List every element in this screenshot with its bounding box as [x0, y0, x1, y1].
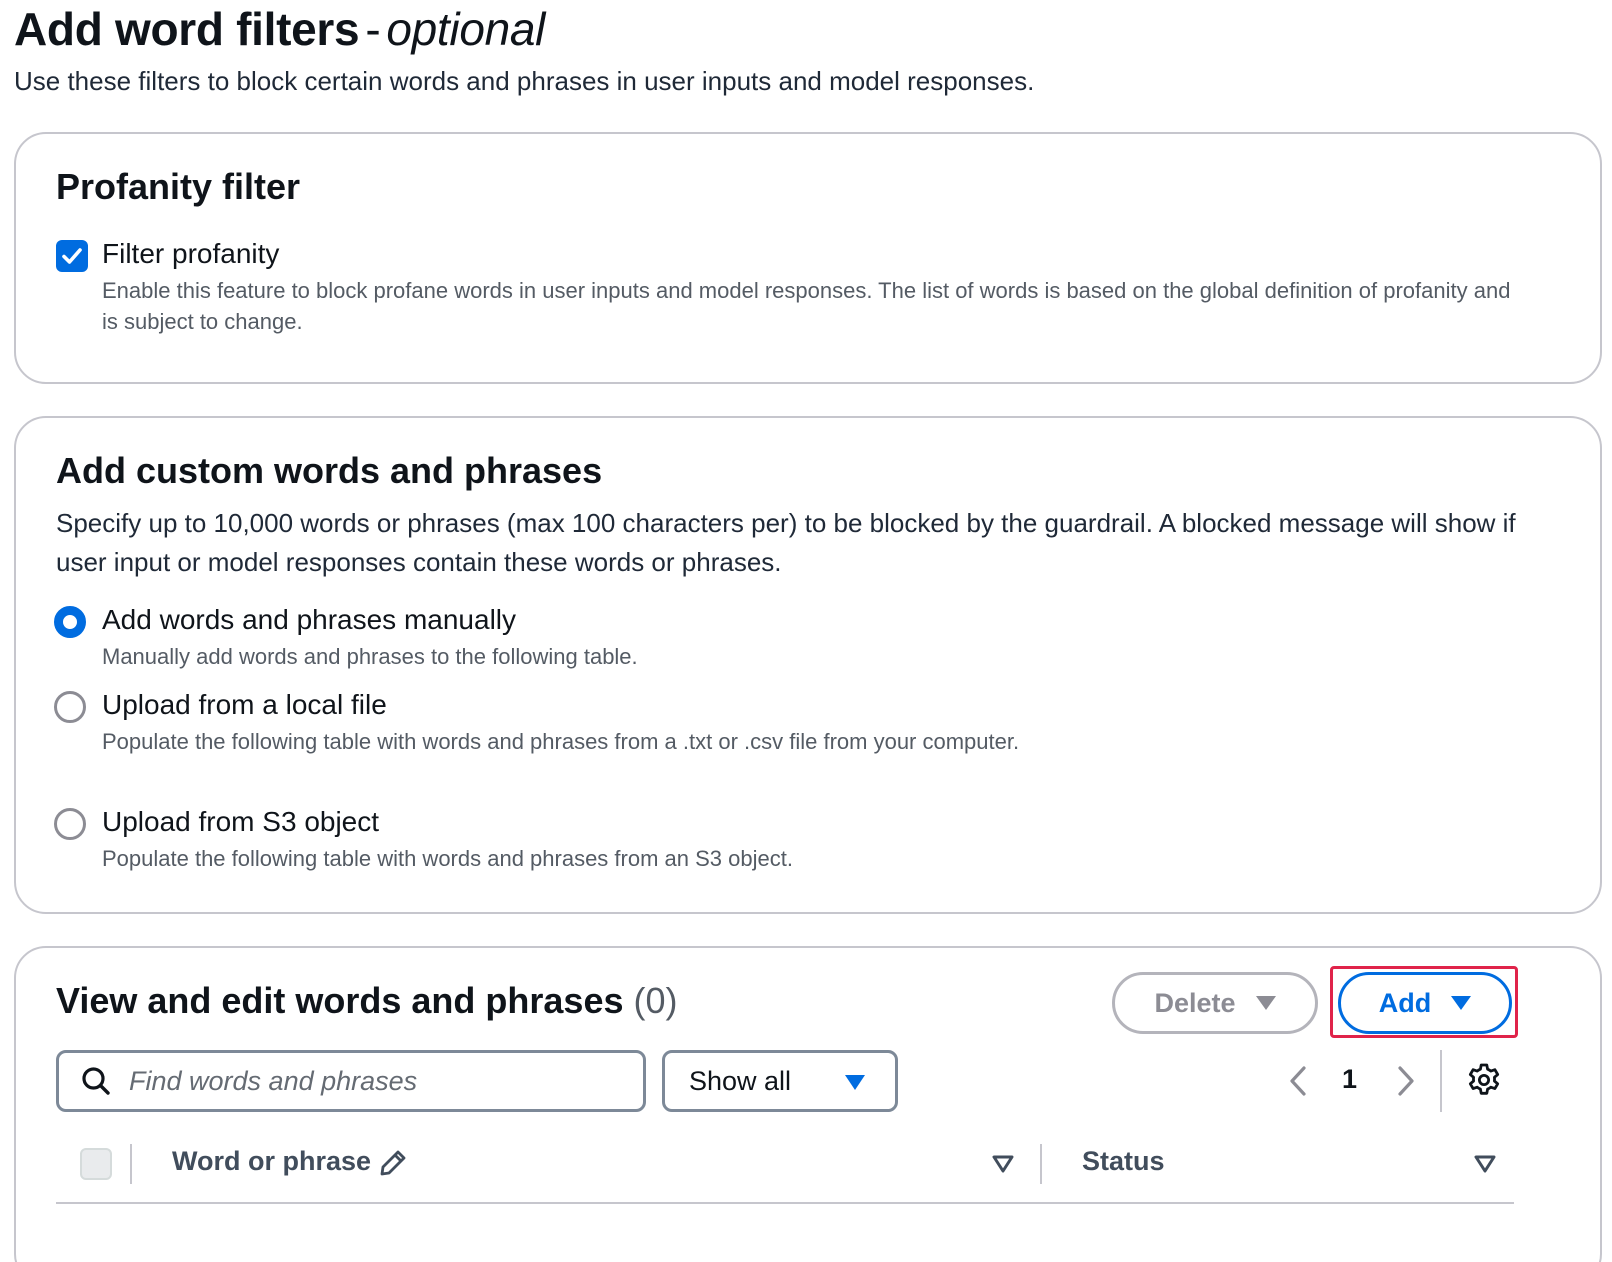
custom-words-panel: Add custom words and phrases Specify up … — [14, 416, 1602, 914]
search-icon — [82, 1067, 110, 1095]
checkmark-icon — [62, 248, 82, 264]
current-page-number[interactable]: 1 — [1342, 1064, 1357, 1095]
profanity-filter-panel: Profanity filter Filter profanity Enable… — [14, 132, 1602, 384]
column-divider — [130, 1144, 132, 1184]
radio-add-manually[interactable] — [54, 606, 86, 638]
page-subtitle: Use these filters to block certain words… — [14, 66, 1035, 96]
custom-words-description: Specify up to 10,000 words or phrases (m… — [56, 508, 1516, 577]
filter-profanity-label[interactable]: Filter profanity — [102, 238, 279, 270]
delete-button[interactable]: Delete — [1112, 972, 1318, 1034]
chevron-left-icon[interactable] — [1286, 1064, 1310, 1098]
status-filter-value: Show all — [689, 1066, 792, 1096]
table-header-divider — [56, 1202, 1514, 1204]
radio-upload-s3-label[interactable]: Upload from S3 object — [102, 806, 379, 838]
select-all-checkbox[interactable] — [80, 1148, 112, 1180]
radio-add-manually-description: Manually add words and phrases to the fo… — [102, 644, 638, 669]
sort-down-icon[interactable] — [992, 1154, 1014, 1174]
sort-down-icon[interactable] — [1474, 1154, 1496, 1174]
column-header-status[interactable]: Status — [1082, 1146, 1165, 1177]
custom-words-heading: Add custom words and phrases — [56, 450, 603, 491]
add-button-label: Add — [1378, 987, 1432, 1018]
filter-profanity-description: Enable this feature to block profane wor… — [102, 278, 1511, 334]
title-separator: - — [365, 3, 381, 55]
pager-divider — [1440, 1050, 1442, 1112]
radio-upload-s3[interactable] — [54, 808, 86, 840]
radio-add-manually-label[interactable]: Add words and phrases manually — [102, 604, 516, 636]
search-field[interactable] — [56, 1050, 646, 1112]
page-title-text: Add word filters — [14, 3, 360, 55]
chevron-right-icon[interactable] — [1394, 1064, 1418, 1098]
caret-down-icon — [1255, 996, 1276, 1010]
column-divider — [1040, 1144, 1042, 1184]
words-table-panel: View and edit words and phrases (0) Dele… — [14, 946, 1602, 1262]
radio-upload-s3-description: Populate the following table with words … — [102, 846, 793, 871]
radio-upload-local-file[interactable] — [54, 691, 86, 723]
pencil-icon — [380, 1150, 406, 1176]
words-count: (0) — [633, 980, 678, 1021]
radio-upload-local-file-label[interactable]: Upload from a local file — [102, 689, 387, 721]
filter-profanity-checkbox[interactable] — [56, 240, 88, 272]
page-title: Add word filters - optional — [14, 2, 545, 56]
words-table-heading-text: View and edit words and phrases — [56, 980, 624, 1021]
profanity-filter-heading: Profanity filter — [56, 166, 301, 207]
delete-button-label: Delete — [1154, 987, 1236, 1018]
status-filter-select[interactable]: Show all — [662, 1050, 898, 1112]
title-optional: optional — [386, 3, 546, 55]
settings-gear-icon[interactable] — [1466, 1062, 1502, 1098]
words-table-heading: View and edit words and phrases (0) — [56, 980, 678, 1022]
column-header-word-or-phrase[interactable]: Word or phrase — [172, 1146, 371, 1177]
caret-down-icon — [1451, 996, 1472, 1010]
search-input[interactable] — [129, 1053, 629, 1109]
caret-down-icon — [845, 1075, 865, 1090]
word-filters-page: Add word filters - optional Use these filt… — [0, 0, 1612, 1262]
add-button[interactable]: Add — [1338, 972, 1512, 1034]
radio-upload-local-file-description: Populate the following table with words … — [102, 729, 1020, 754]
